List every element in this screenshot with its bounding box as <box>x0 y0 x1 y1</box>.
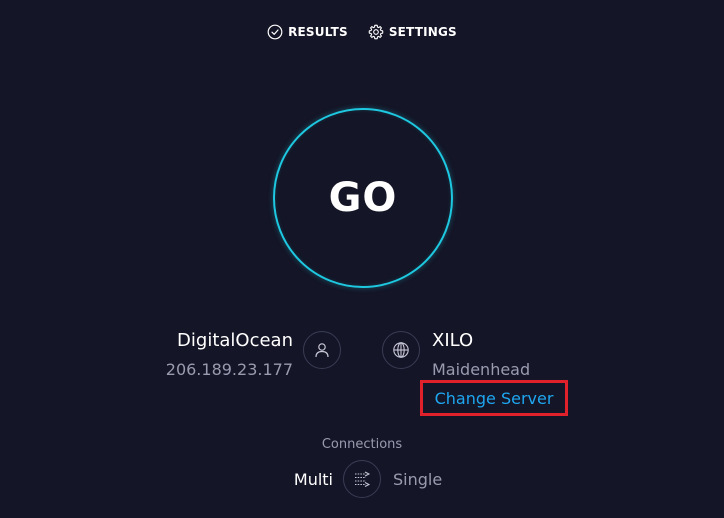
change-server-link[interactable]: Change Server <box>420 380 568 416</box>
settings-label: SETTINGS <box>388 25 457 39</box>
speedtest-page: RESULTS SETTINGS GO DigitalOcean 206.189… <box>0 0 724 518</box>
user-icon <box>303 331 341 369</box>
change-server-label: Change Server <box>434 388 554 408</box>
isp-ip-address: 206.189.23.177 <box>165 360 293 379</box>
gear-icon <box>368 24 384 40</box>
connections-single-option[interactable]: Single <box>393 470 442 489</box>
check-circle-icon <box>267 24 283 40</box>
server-name: XILO <box>432 330 474 351</box>
globe-icon <box>382 331 420 369</box>
isp-name: DigitalOcean <box>177 330 293 351</box>
go-button[interactable]: GO <box>273 108 453 288</box>
go-label: GO <box>328 175 398 221</box>
top-nav: RESULTS SETTINGS <box>0 20 724 44</box>
settings-nav-item[interactable]: SETTINGS <box>368 24 457 40</box>
connections-toggle-icon[interactable] <box>343 460 381 498</box>
connections-multi-option[interactable]: Multi <box>294 470 333 489</box>
results-nav-item[interactable]: RESULTS <box>267 24 348 40</box>
connections-title: Connections <box>321 437 403 452</box>
server-location: Maidenhead <box>432 360 531 379</box>
results-label: RESULTS <box>288 25 348 39</box>
